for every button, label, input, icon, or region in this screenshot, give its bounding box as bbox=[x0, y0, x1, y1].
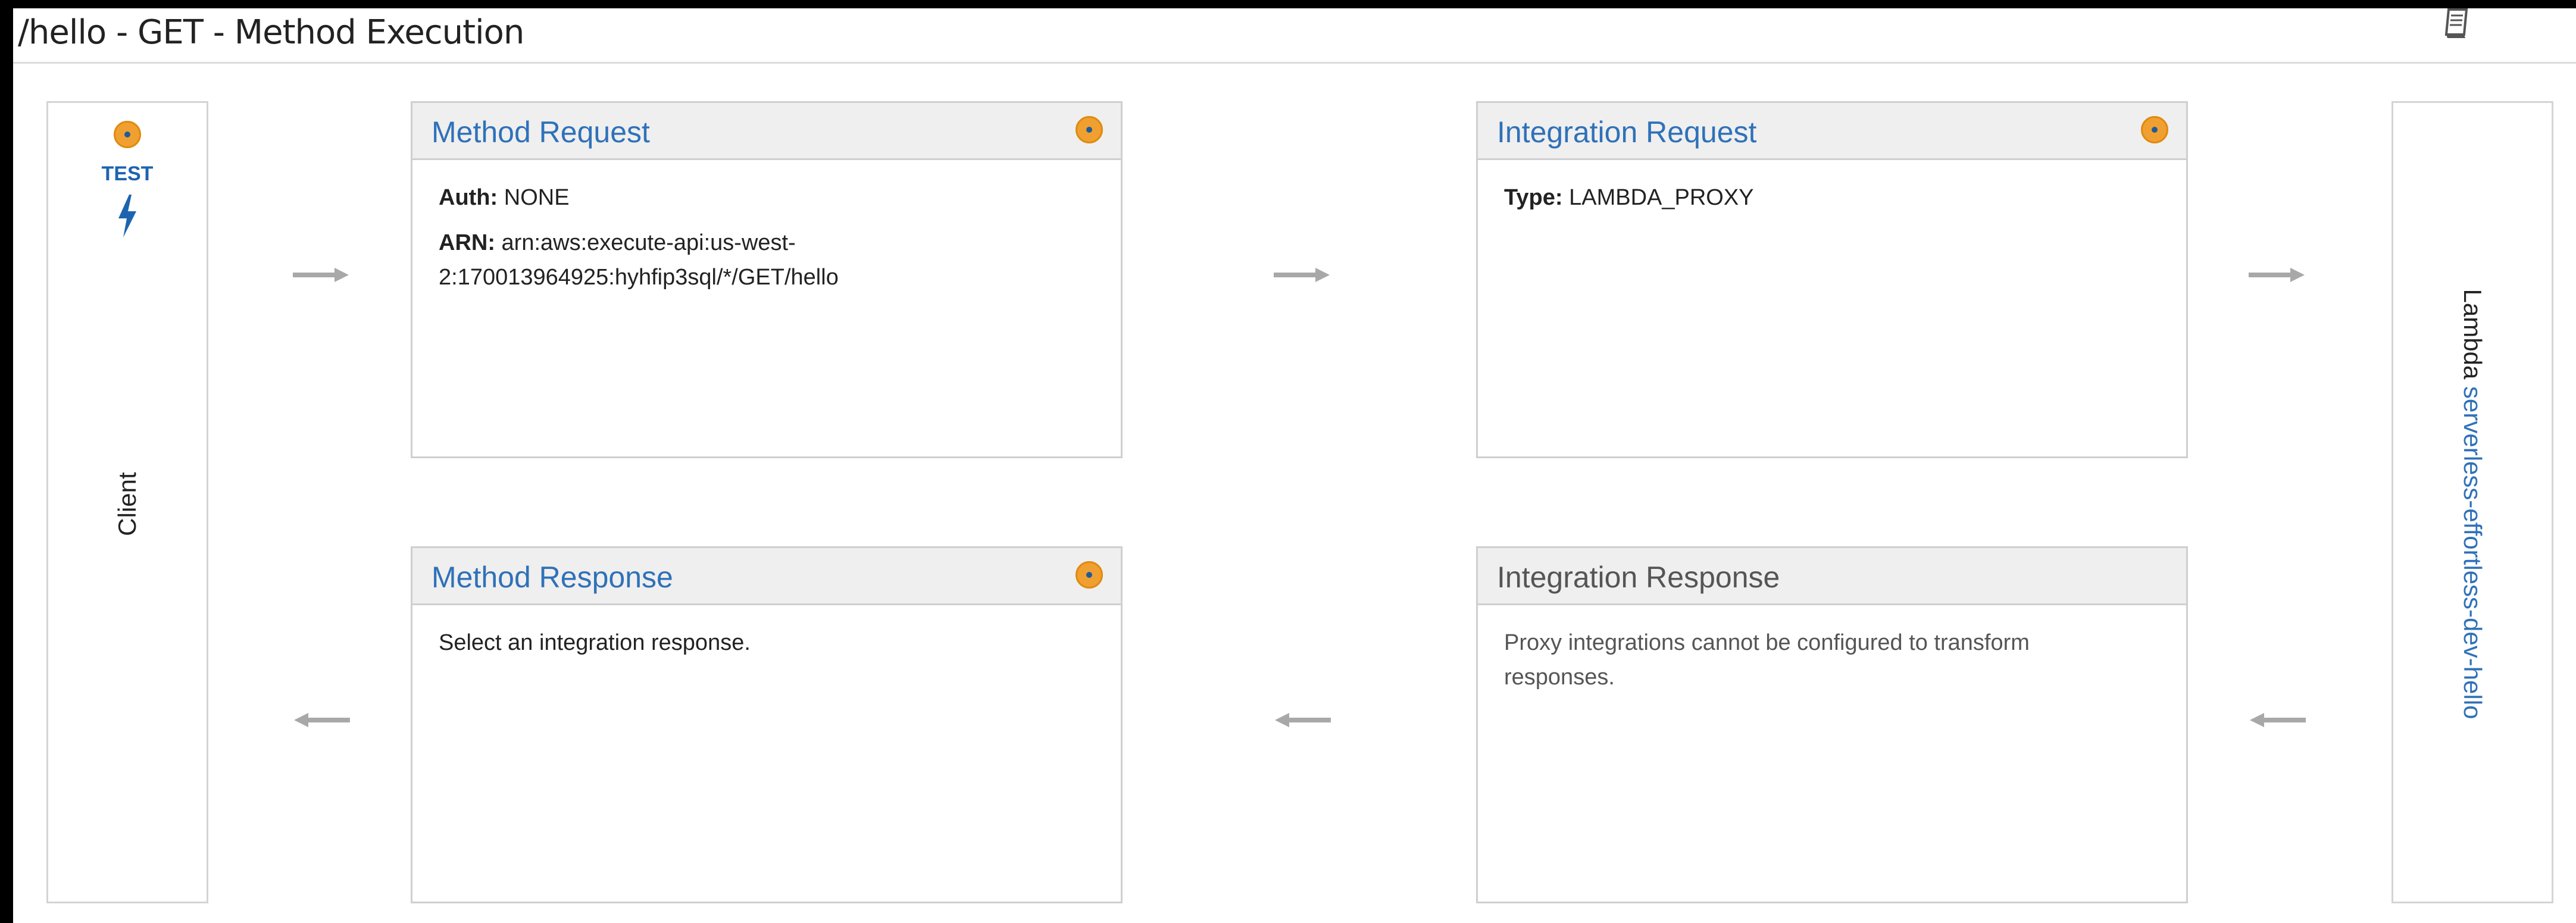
method-response-message: Select an integration response. bbox=[439, 630, 751, 655]
status-dot-icon bbox=[1076, 116, 1103, 143]
status-dot-icon bbox=[1076, 561, 1103, 589]
method-response-card: Method Response Select an integration re… bbox=[411, 546, 1123, 903]
integration-response-title: Integration Response bbox=[1497, 561, 1780, 594]
arrow-right-icon bbox=[1274, 267, 1331, 283]
card-body: Select an integration response. bbox=[439, 625, 1099, 660]
window-top-edge bbox=[0, 0, 2576, 8]
lightning-bolt-icon[interactable] bbox=[114, 192, 141, 240]
integration-request-card: Integration Request Type: LAMBDA_PROXY bbox=[1476, 101, 2188, 458]
card-body: Proxy integrations cannot be configured … bbox=[1504, 625, 2165, 694]
lambda-function-link[interactable]: serverless-effortless-dev-hello bbox=[2459, 386, 2487, 719]
card-header: Method Response bbox=[412, 548, 1121, 605]
type-label: Type: bbox=[1504, 185, 1563, 210]
card-body: Type: LAMBDA_PROXY bbox=[1504, 180, 2165, 226]
arrow-right-icon bbox=[293, 267, 350, 283]
arn-label: ARN: bbox=[439, 230, 495, 255]
arrow-left-icon bbox=[2249, 712, 2306, 728]
type-value: LAMBDA_PROXY bbox=[1569, 185, 1754, 210]
card-header: Integration Request bbox=[1478, 103, 2186, 160]
integration-response-message-line1: Proxy integrations cannot be configured … bbox=[1504, 630, 2030, 655]
type-row: Type: LAMBDA_PROXY bbox=[1504, 180, 2165, 215]
method-response-link[interactable]: Method Response bbox=[432, 560, 673, 595]
auth-value: NONE bbox=[504, 185, 570, 210]
integration-response-card: Integration Response Proxy integrations … bbox=[1476, 546, 2188, 903]
arrow-left-icon bbox=[1274, 712, 1331, 728]
auth-label: Auth: bbox=[439, 185, 498, 210]
lambda-column: Lambda serverless-effortless-dev-hello bbox=[2391, 101, 2553, 903]
status-dot-icon bbox=[2141, 116, 2168, 143]
card-header: Method Request bbox=[412, 103, 1121, 160]
client-column: TEST Client bbox=[46, 101, 208, 903]
integration-response-message-line2: responses. bbox=[1504, 665, 1615, 690]
test-status-icon[interactable] bbox=[114, 121, 141, 148]
title-divider bbox=[13, 62, 2576, 64]
method-request-link[interactable]: Method Request bbox=[432, 115, 650, 149]
arn-value-line1: arn:aws:execute-api:us-west- bbox=[501, 230, 796, 255]
test-link[interactable]: TEST bbox=[48, 162, 207, 186]
arrow-left-icon bbox=[293, 712, 350, 728]
arn-row: ARN: arn:aws:execute-api:us-west- 2:1700… bbox=[439, 226, 1099, 295]
window-left-edge bbox=[0, 0, 13, 923]
auth-row: Auth: NONE bbox=[439, 180, 1099, 215]
method-execution-page: /hello - GET - Method Execution TEST Cli… bbox=[0, 0, 2576, 923]
integration-request-link[interactable]: Integration Request bbox=[1497, 115, 1756, 149]
method-request-card: Method Request Auth: NONE ARN: arn:aws:e… bbox=[411, 101, 1123, 458]
lambda-prefix: Lambda bbox=[2459, 289, 2487, 380]
document-icon[interactable] bbox=[2440, 6, 2476, 39]
page-title: /hello - GET - Method Execution bbox=[18, 13, 524, 52]
card-header: Integration Response bbox=[1478, 548, 2186, 605]
client-label: Client bbox=[113, 472, 141, 536]
card-body: Auth: NONE ARN: arn:aws:execute-api:us-w… bbox=[439, 180, 1099, 305]
arrow-right-icon bbox=[2249, 267, 2306, 283]
arn-value-line2: 2:170013964925:hyhfip3sql/*/GET/hello bbox=[439, 265, 839, 290]
lambda-label: Lambda serverless-effortless-dev-hello bbox=[2458, 289, 2487, 719]
